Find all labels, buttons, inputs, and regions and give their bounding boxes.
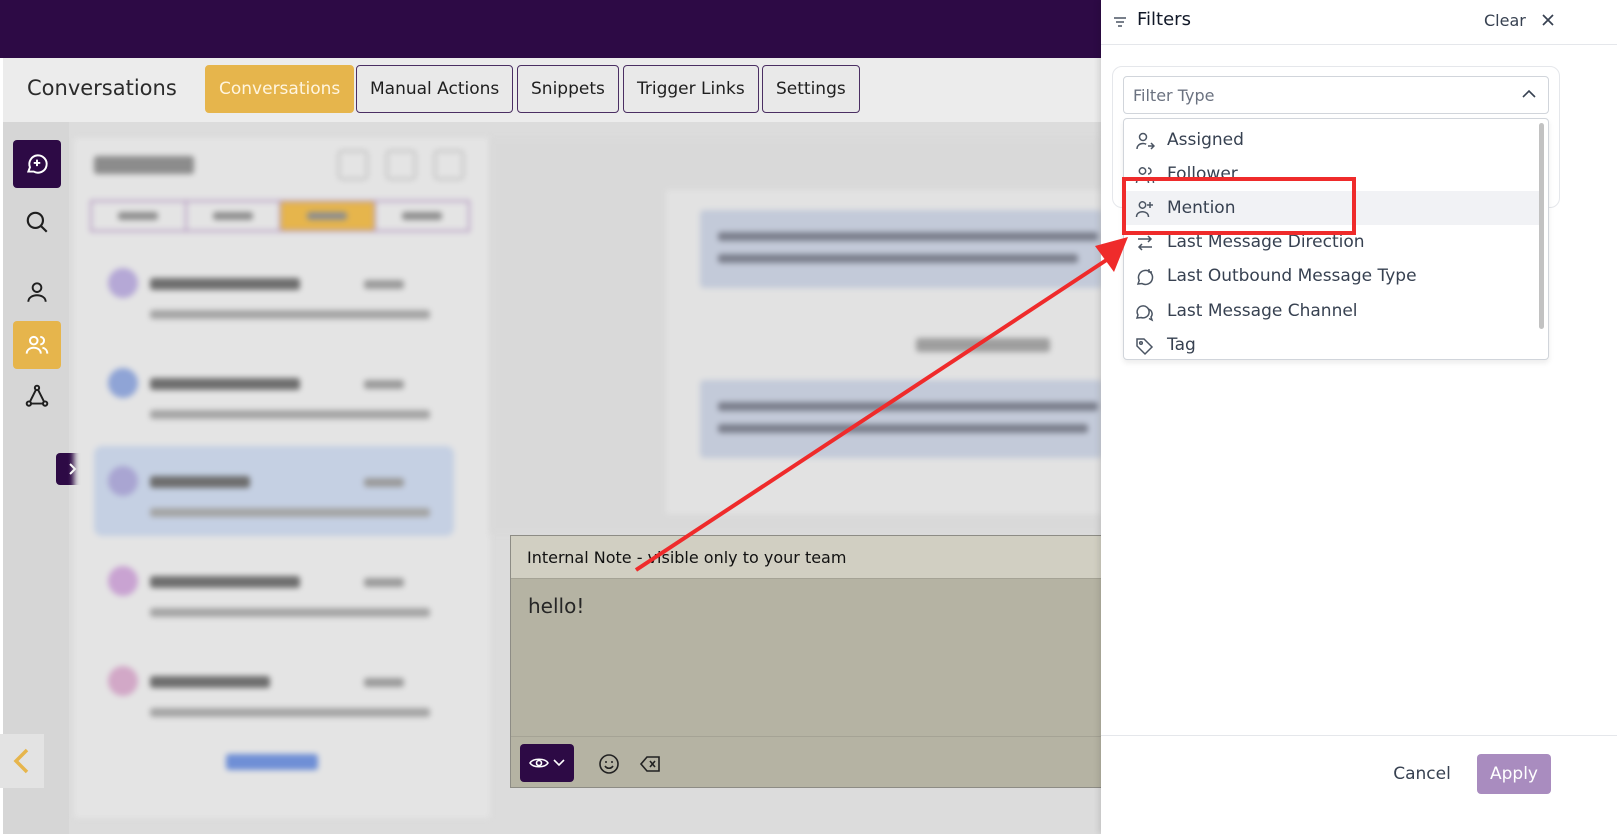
composer-toolbar [511, 736, 1103, 789]
option-label: Last Message Direction [1167, 232, 1365, 252]
clear-button[interactable]: Clear [1484, 11, 1526, 30]
option-label: Assigned [1167, 130, 1244, 150]
visibility-button[interactable] [520, 744, 574, 782]
contacts-button[interactable] [13, 268, 61, 316]
chat-bubbles-icon [1135, 305, 1154, 322]
emoji-icon[interactable] [598, 753, 620, 775]
list-item[interactable] [94, 348, 454, 438]
list-item[interactable] [94, 546, 454, 636]
tab-conversations[interactable]: Conversations [205, 65, 355, 113]
workflow-button[interactable] [13, 372, 61, 420]
chat-messages [666, 190, 1102, 514]
list-item[interactable] [94, 446, 454, 536]
message-bubble [700, 210, 1102, 288]
search-button[interactable] [13, 198, 61, 246]
list-item[interactable] [94, 646, 454, 736]
option-last-message-channel[interactable]: Last Message Channel [1124, 294, 1539, 328]
cancel-button[interactable]: Cancel [1379, 754, 1465, 794]
drawer-footer: Cancel Apply [1101, 735, 1617, 834]
close-icon[interactable] [1539, 11, 1557, 29]
tab-manual-actions[interactable]: Manual Actions [356, 65, 514, 113]
tag-icon [1136, 338, 1154, 356]
conversation-list [74, 138, 490, 818]
message-refresh-icon [1136, 269, 1154, 286]
team-button[interactable] [13, 321, 61, 369]
clear-text-icon[interactable] [639, 753, 661, 775]
tab-settings[interactable]: Settings [762, 65, 860, 113]
list-title [94, 156, 194, 174]
user-assign-icon [1136, 132, 1155, 150]
contact-icon [27, 282, 47, 302]
message-date [916, 338, 1050, 352]
option-label: Last Outbound Message Type [1167, 266, 1417, 286]
filter-type-options: Assigned Follower Mention Last Message D… [1123, 118, 1549, 360]
annotation-highlight-box [1122, 177, 1356, 235]
option-label: Last Message Channel [1167, 301, 1358, 321]
chevron-down-icon [553, 759, 565, 767]
tab-snippets[interactable]: Snippets [517, 65, 619, 113]
filters-drawer: Filters Clear Filter Type Assigned Follo… [1101, 0, 1617, 834]
filter-type-placeholder: Filter Type [1133, 86, 1215, 105]
tab-trigger-links[interactable]: Trigger Links [623, 65, 759, 113]
new-conversation-button[interactable] [13, 140, 61, 188]
arrows-exchange-icon [1137, 235, 1153, 251]
chevron-left-icon [13, 748, 29, 774]
eye-icon [529, 758, 549, 768]
list-action-icon [338, 150, 368, 180]
option-assigned[interactable]: Assigned [1124, 123, 1539, 157]
load-more-link[interactable] [226, 754, 318, 770]
drawer-header: Filters Clear [1101, 0, 1617, 45]
search-icon [26, 211, 48, 233]
drawer-title: Filters [1137, 9, 1191, 30]
team-icon [25, 335, 49, 354]
workflow-icon [25, 384, 49, 407]
filter-icon [1114, 17, 1126, 27]
list-item[interactable] [94, 248, 454, 338]
new-conversation-icon [26, 154, 48, 174]
note-header: Internal Note - visible only to your tea… [511, 536, 1103, 579]
page-title: Conversations [27, 76, 177, 100]
list-action-icon [386, 150, 416, 180]
list-action-icon [434, 150, 464, 180]
option-tag[interactable]: Tag [1124, 328, 1539, 359]
apply-button[interactable]: Apply [1477, 754, 1551, 794]
internal-note-composer: Internal Note - visible only to your tea… [510, 535, 1103, 789]
list-subtabs [90, 200, 470, 232]
chat-panel [490, 138, 1102, 534]
note-text-input[interactable]: hello! [528, 594, 584, 618]
back-button[interactable] [0, 734, 44, 788]
filter-type-select[interactable]: Filter Type [1123, 76, 1549, 114]
chevron-up-icon [1522, 89, 1536, 98]
message-bubble [700, 380, 1102, 458]
options-scrollbar[interactable] [1539, 123, 1544, 329]
option-label: Tag [1167, 335, 1196, 355]
option-last-outbound-message-type[interactable]: Last Outbound Message Type [1124, 259, 1539, 293]
